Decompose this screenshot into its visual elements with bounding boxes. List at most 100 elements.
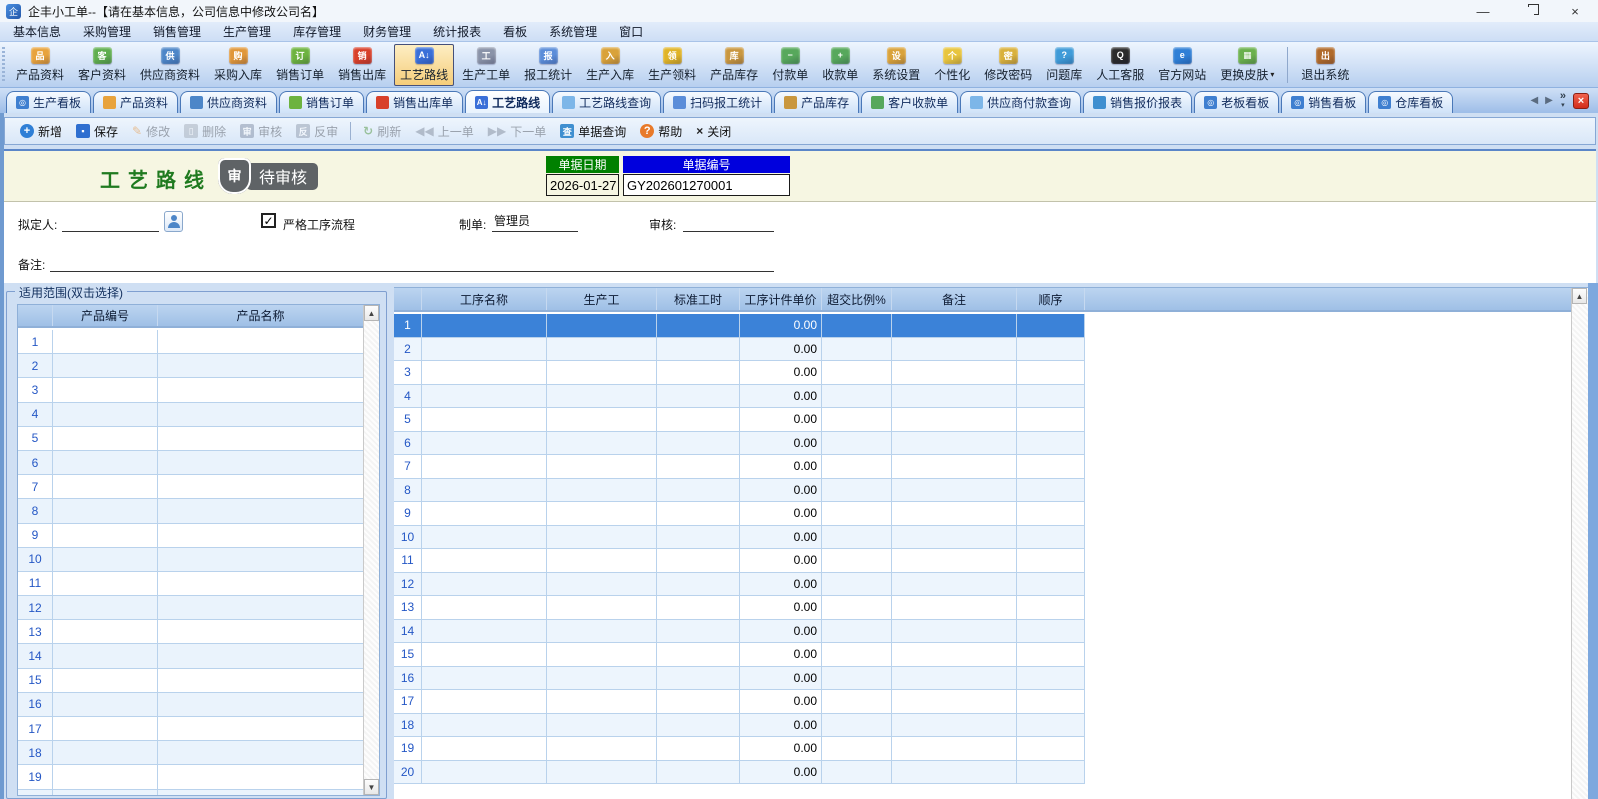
over-ratio-cell[interactable] — [822, 667, 892, 690]
product-code-cell[interactable] — [53, 499, 158, 522]
worker-cell[interactable] — [547, 549, 657, 572]
worker-cell[interactable] — [547, 338, 657, 361]
remark-cell[interactable] — [892, 314, 1017, 337]
process-name-cell[interactable] — [422, 690, 547, 713]
menu-item-窗口[interactable]: 窗口 — [608, 23, 654, 40]
remark-cell[interactable] — [892, 361, 1017, 384]
std-hours-cell[interactable] — [657, 479, 740, 502]
order-cell[interactable] — [1017, 455, 1085, 478]
menu-item-库存管理[interactable]: 库存管理 — [282, 23, 352, 40]
process-name-cell[interactable] — [422, 502, 547, 525]
std-hours-cell[interactable] — [657, 526, 740, 549]
menu-item-看板[interactable]: 看板 — [492, 23, 538, 40]
tab-product-data[interactable]: 产品资料 — [93, 91, 178, 113]
worker-cell[interactable] — [547, 526, 657, 549]
order-cell[interactable] — [1017, 314, 1085, 337]
piece-price-cell[interactable]: 0.00 — [740, 455, 822, 478]
product-name-cell[interactable] — [158, 403, 363, 426]
menu-item-统计报表[interactable]: 统计报表 — [422, 23, 492, 40]
worker-cell[interactable] — [547, 596, 657, 619]
toolbar-button-work-report-stats[interactable]: 报报工统计 — [518, 44, 578, 86]
remark-cell[interactable] — [892, 737, 1017, 760]
over-ratio-cell[interactable] — [822, 620, 892, 643]
worker-cell[interactable] — [547, 479, 657, 502]
over-ratio-cell[interactable] — [822, 737, 892, 760]
tab-process-route-query[interactable]: 工艺路线查询 — [552, 91, 661, 113]
maximize-button[interactable] — [1506, 0, 1552, 22]
over-ratio-cell[interactable] — [822, 502, 892, 525]
scope-table-row[interactable]: 16 — [18, 693, 363, 717]
process-table-row[interactable]: 30.00 — [394, 361, 1085, 385]
over-ratio-cell[interactable] — [822, 361, 892, 384]
order-cell[interactable] — [1017, 737, 1085, 760]
remark-cell[interactable] — [892, 338, 1017, 361]
order-cell[interactable] — [1017, 573, 1085, 596]
toolbar-button-sales-outbound[interactable]: 销销售出库 — [332, 44, 392, 86]
std-hours-cell[interactable] — [657, 385, 740, 408]
process-name-cell[interactable] — [422, 714, 547, 737]
scope-table-row[interactable]: 15 — [18, 669, 363, 693]
scope-table-row[interactable]: 12 — [18, 596, 363, 620]
std-hours-cell[interactable] — [657, 714, 740, 737]
toolbar-button-process-route[interactable]: A↓工艺路线 — [394, 44, 454, 86]
order-cell[interactable] — [1017, 667, 1085, 690]
toolbar-button-product-stock[interactable]: 库产品库存 — [704, 44, 764, 86]
piece-price-cell[interactable]: 0.00 — [740, 526, 822, 549]
process-name-cell[interactable] — [422, 643, 547, 666]
tab-supplier-payment-query[interactable]: 供应商付款查询 — [960, 91, 1081, 113]
product-name-cell[interactable] — [158, 451, 363, 474]
scope-table-row[interactable]: 1 — [18, 330, 363, 354]
product-code-cell[interactable] — [53, 717, 158, 740]
minimize-button[interactable]: — — [1460, 0, 1506, 22]
product-name-cell[interactable] — [158, 693, 363, 716]
scope-table-row[interactable]: 13 — [18, 620, 363, 644]
product-name-cell[interactable] — [158, 620, 363, 643]
worker-cell[interactable] — [547, 432, 657, 455]
product-code-cell[interactable] — [53, 644, 158, 667]
tab-boss-board[interactable]: ◎老板看板 — [1194, 91, 1279, 113]
scope-table-row[interactable]: 20 — [18, 790, 363, 796]
order-cell[interactable] — [1017, 714, 1085, 737]
tab-sales-outbound-bill[interactable]: 销售出库单 — [366, 91, 463, 113]
action-audit-button[interactable]: 审审核 — [233, 120, 289, 143]
order-cell[interactable] — [1017, 502, 1085, 525]
piece-price-cell[interactable]: 0.00 — [740, 432, 822, 455]
order-cell[interactable] — [1017, 620, 1085, 643]
std-hours-cell[interactable] — [657, 314, 740, 337]
product-code-cell[interactable] — [53, 475, 158, 498]
product-code-cell[interactable] — [53, 693, 158, 716]
worker-cell[interactable] — [547, 361, 657, 384]
piece-price-cell[interactable]: 0.00 — [740, 667, 822, 690]
order-cell[interactable] — [1017, 361, 1085, 384]
product-code-cell[interactable] — [53, 354, 158, 377]
toolbar-button-exit-system[interactable]: 出退出系统 — [1295, 44, 1355, 86]
remark-cell[interactable] — [892, 596, 1017, 619]
remark-cell[interactable] — [892, 479, 1017, 502]
tab-supplier-data[interactable]: 供应商资料 — [180, 91, 277, 113]
tab-production-board[interactable]: ◎生产看板 — [6, 91, 91, 113]
toolbar-button-personalization[interactable]: 个个性化 — [928, 44, 976, 86]
process-table-row[interactable]: 50.00 — [394, 408, 1085, 432]
piece-price-cell[interactable]: 0.00 — [740, 690, 822, 713]
product-name-cell[interactable] — [158, 354, 363, 377]
over-ratio-cell[interactable] — [822, 479, 892, 502]
over-ratio-cell[interactable] — [822, 455, 892, 478]
process-name-cell[interactable] — [422, 596, 547, 619]
process-table-row[interactable]: 70.00 — [394, 455, 1085, 479]
action-next-doc-button[interactable]: ▶▶下一单 — [481, 120, 553, 143]
process-table-row[interactable]: 120.00 — [394, 573, 1085, 597]
action-help-button[interactable]: ?帮助 — [633, 120, 689, 143]
product-code-cell[interactable] — [53, 620, 158, 643]
product-name-cell[interactable] — [158, 790, 363, 796]
piece-price-cell[interactable]: 0.00 — [740, 502, 822, 525]
process-table-row[interactable]: 100.00 — [394, 526, 1085, 550]
product-name-cell[interactable] — [158, 717, 363, 740]
remark-cell[interactable] — [892, 620, 1017, 643]
action-delete-button[interactable]: ▯删除 — [177, 120, 233, 143]
product-code-cell[interactable] — [53, 427, 158, 450]
process-table-row[interactable]: 160.00 — [394, 667, 1085, 691]
toolbar-button-supplier-data[interactable]: 供供应商资料 — [134, 44, 206, 86]
over-ratio-cell[interactable] — [822, 596, 892, 619]
piece-price-cell[interactable]: 0.00 — [740, 549, 822, 572]
scope-table-row[interactable]: 2 — [18, 354, 363, 378]
